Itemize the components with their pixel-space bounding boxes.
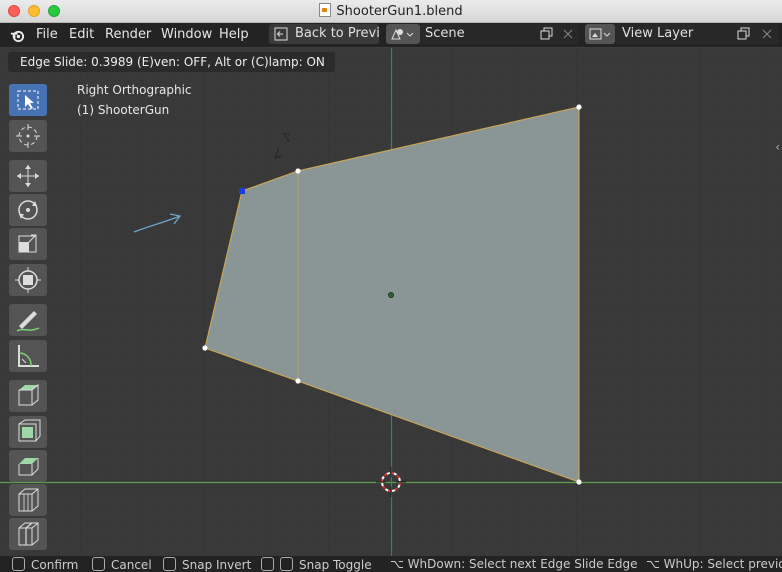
- 3d-viewport[interactable]: Right Orthographic (1) ShooterGun ‹: [0, 48, 782, 556]
- inset-icon: [18, 458, 39, 476]
- object-origin: [387, 291, 394, 298]
- menu-window[interactable]: Window: [161, 27, 212, 42]
- top-menubar: File Edit Render Window Help Back to Pre…: [0, 23, 782, 47]
- vertex[interactable]: [202, 345, 208, 351]
- move-icon: [17, 165, 39, 187]
- remove-view-layer-icon[interactable]: [761, 28, 773, 40]
- measure-tool[interactable]: [9, 340, 47, 372]
- right-mouse-icon: [92, 557, 105, 571]
- transform-tool[interactable]: [9, 264, 47, 296]
- annotate-icon: [16, 311, 40, 332]
- snap-toggle-label: Snap Toggle: [299, 558, 372, 572]
- status-bar: Confirm Cancel Snap Invert Snap Toggle ⌥…: [0, 556, 782, 572]
- loop-cut-tool[interactable]: [9, 518, 47, 550]
- active-vertex[interactable]: [239, 188, 245, 194]
- viewport-object-name: (1) ShooterGun: [77, 103, 170, 117]
- left-mouse-icon: [12, 557, 25, 571]
- extrude-tool[interactable]: [9, 416, 47, 448]
- scene-icon: [391, 28, 414, 40]
- back-icon: [274, 27, 288, 41]
- confirm-label: Confirm: [31, 558, 79, 572]
- back-to-previous-button[interactable]: Back to Previous: [269, 24, 379, 44]
- add-cube-tool[interactable]: [9, 380, 47, 412]
- tab-key-icon: [280, 557, 293, 571]
- status-wheel-up: ⌥ WhUp: Select previous: [646, 557, 782, 571]
- cursor-icon: [16, 124, 40, 148]
- edge-slide-text: Edge Slide: 0.3989 (E)ven: OFF, Alt or (…: [20, 55, 325, 69]
- status-snap-invert: Snap Invert: [163, 557, 251, 572]
- cursor-tool[interactable]: [9, 120, 47, 152]
- status-snap-toggle: Snap Toggle: [261, 557, 372, 572]
- status-wheel-down: ⌥ WhDown: Select next Edge Slide Edge: [390, 557, 638, 571]
- ctrl-key-icon: [163, 557, 176, 571]
- snap-invert-label: Snap Invert: [182, 558, 252, 572]
- vertex[interactable]: [576, 104, 582, 110]
- scene-name-field[interactable]: Scene: [420, 24, 578, 44]
- menu-file[interactable]: File: [36, 27, 58, 42]
- blender-logo-icon[interactable]: [10, 28, 25, 43]
- vertex[interactable]: [576, 479, 582, 485]
- loop-cut-icon: [18, 522, 39, 546]
- menu-edit[interactable]: Edit: [69, 27, 94, 42]
- sidebar-toggle-icon[interactable]: ‹: [775, 140, 780, 154]
- select-box-icon: [17, 90, 39, 110]
- menu-render[interactable]: Render: [105, 27, 151, 42]
- status-confirm: Confirm: [12, 557, 78, 572]
- back-to-previous-label: Back to Previous: [295, 26, 379, 41]
- copy-view-layer-icon[interactable]: [737, 27, 751, 41]
- edge-slide-header: Edge Slide: 0.3989 (E)ven: OFF, Alt or (…: [8, 52, 335, 72]
- rotate-icon: [18, 200, 38, 220]
- view-layer-name: View Layer: [622, 26, 694, 41]
- window-titlebar: ShooterGun1.blend: [0, 0, 782, 23]
- mouse-direction-arrows: [274, 133, 290, 159]
- move-tool[interactable]: [9, 160, 47, 192]
- menu-help[interactable]: Help: [219, 27, 249, 42]
- annotation-arrow: [133, 213, 182, 233]
- scene-selector[interactable]: [386, 24, 420, 44]
- viewport-view-name: Right Orthographic: [77, 83, 192, 97]
- select-box-tool[interactable]: [9, 84, 47, 116]
- shift-key-icon: [261, 557, 274, 571]
- vertex[interactable]: [295, 168, 301, 174]
- copy-scene-icon[interactable]: [540, 27, 554, 41]
- view-layer-name-field[interactable]: View Layer: [615, 24, 779, 44]
- add-cube-icon: [18, 383, 39, 406]
- view-layer-selector[interactable]: [585, 24, 615, 44]
- bevel-tool[interactable]: [9, 484, 47, 516]
- viewport-canvas[interactable]: [0, 48, 782, 556]
- inset-tool[interactable]: [9, 450, 47, 482]
- view-layer-icon: [589, 28, 611, 40]
- blend-file-icon: [319, 3, 332, 17]
- cancel-label: Cancel: [111, 558, 152, 572]
- scale-tool[interactable]: [9, 228, 47, 260]
- extrude-icon: [18, 419, 41, 442]
- status-cancel: Cancel: [92, 557, 152, 572]
- rotate-tool[interactable]: [9, 194, 47, 226]
- remove-scene-icon[interactable]: [562, 28, 574, 40]
- window-title: ShooterGun1.blend: [336, 4, 463, 19]
- scale-icon: [18, 234, 37, 253]
- transform-icon: [15, 267, 41, 293]
- annotate-tool[interactable]: [9, 304, 47, 336]
- window-title-wrap: ShooterGun1.blend: [0, 3, 782, 19]
- vertex[interactable]: [295, 378, 301, 384]
- scene-name: Scene: [425, 26, 465, 41]
- measure-icon: [18, 345, 39, 367]
- bevel-icon: [18, 488, 39, 512]
